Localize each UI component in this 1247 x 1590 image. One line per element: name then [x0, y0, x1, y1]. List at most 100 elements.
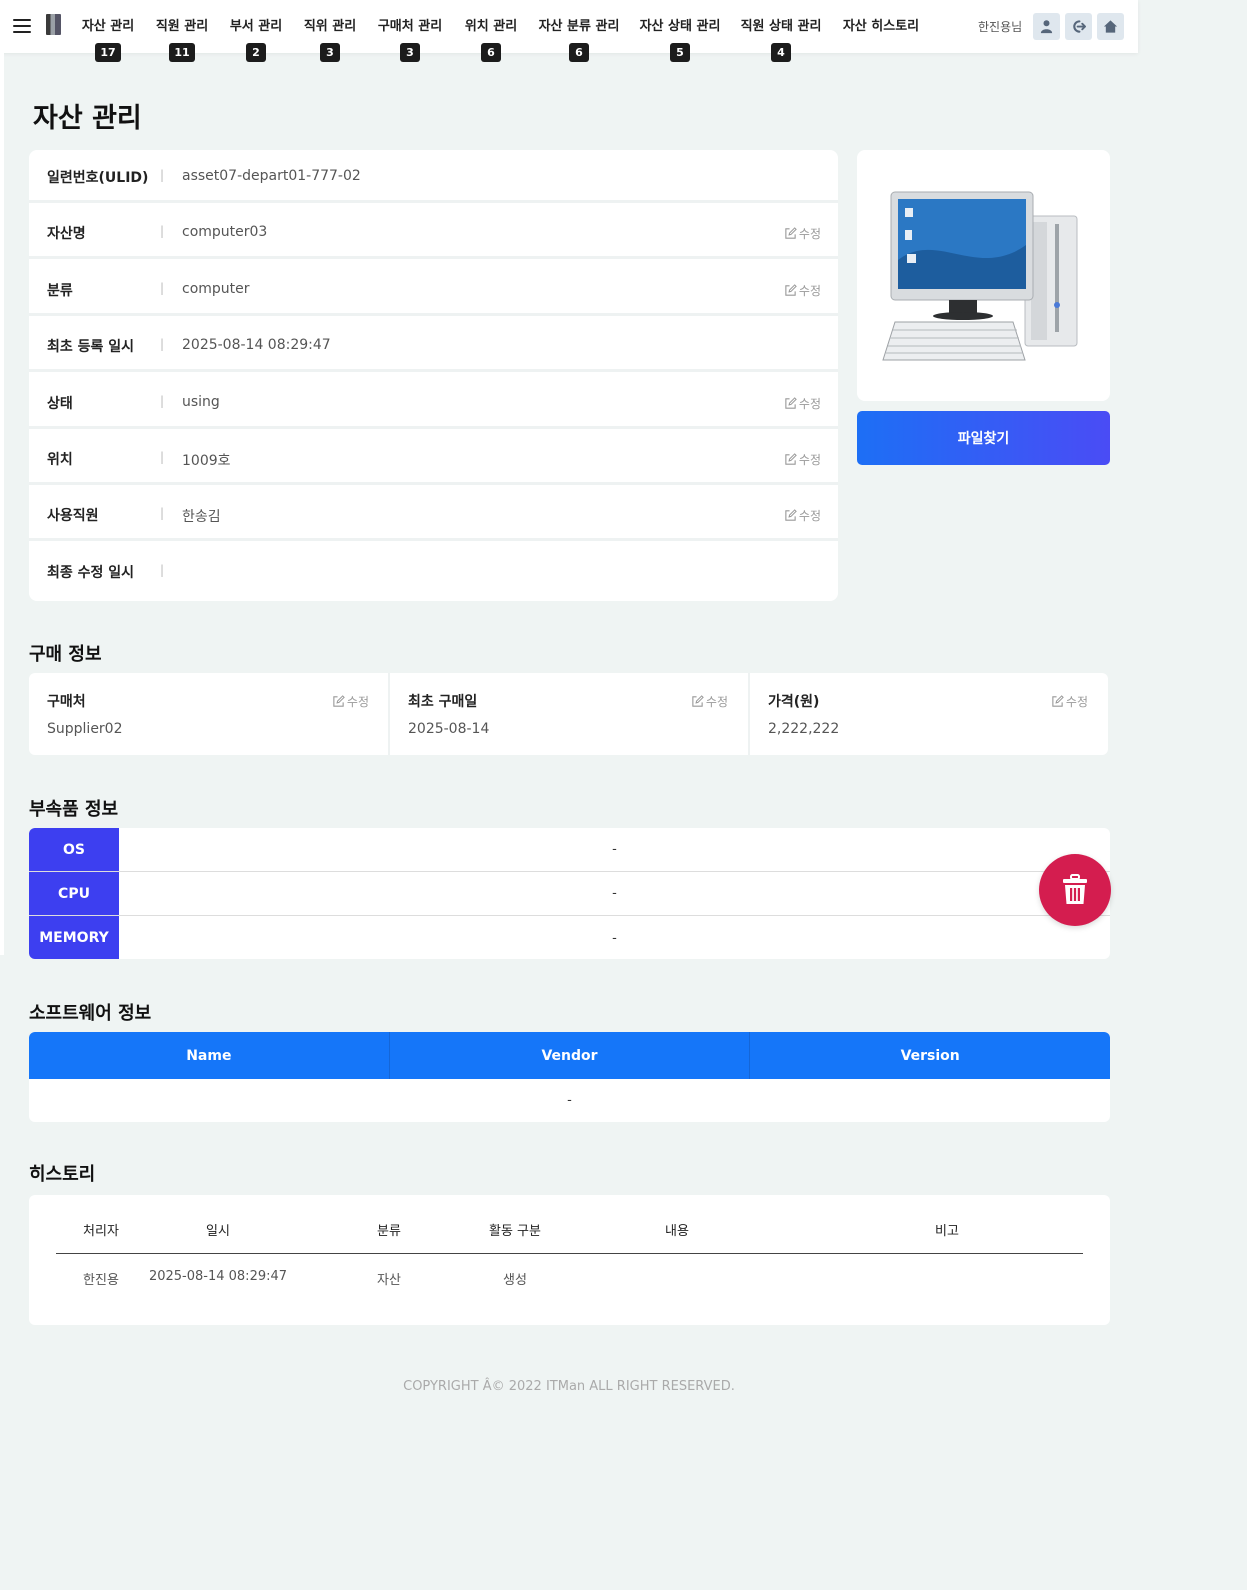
nav-label: 자산 히스토리 — [842, 19, 920, 34]
nav-employee[interactable]: 직원 관리 11 — [154, 15, 210, 62]
purchase-value: 2,222,222 — [768, 721, 840, 737]
user-name: 한진용님 — [978, 20, 1023, 34]
parts-section-title: 부속품 정보 — [29, 799, 119, 820]
detail-row-created: 최초 등록 일시 | 2025-08-14 08:29:47 — [29, 319, 838, 372]
edit-supplier-link[interactable]: 수정 — [332, 693, 369, 710]
edit-icon — [785, 284, 797, 296]
file-select-button[interactable]: 파일찾기 — [857, 411, 1110, 465]
detail-row-ulid: 일련번호(ULID) | asset07-depart01-777-02 — [29, 150, 838, 203]
nav-supplier[interactable]: 구매처 관리 3 — [376, 15, 444, 62]
edit-category-link[interactable]: 수정 — [784, 282, 821, 299]
nav-label: 자산 분류 관리 — [538, 19, 620, 34]
nav-employee-status[interactable]: 직원 상태 관리 4 — [739, 15, 823, 62]
detail-label: 상태 — [47, 396, 73, 412]
edit-name-link[interactable]: 수정 — [784, 225, 821, 242]
detail-separator: | — [160, 224, 165, 238]
nav-badge: 6 — [481, 43, 501, 62]
edit-label: 수정 — [346, 695, 369, 709]
parts-card: OS - CPU - MEMORY - — [29, 828, 1110, 959]
asset-detail-card: 일련번호(ULID) | asset07-depart01-777-02 자산명… — [29, 150, 838, 601]
user-button[interactable] — [1033, 13, 1060, 40]
part-value: - — [612, 930, 617, 946]
delete-button[interactable] — [1039, 854, 1111, 926]
edit-label: 수정 — [705, 695, 728, 709]
edit-price-link[interactable]: 수정 — [1051, 693, 1088, 710]
nav-badge: 11 — [169, 43, 195, 62]
edit-icon — [785, 397, 797, 409]
purchase-label: 구매처 — [47, 694, 86, 710]
edit-location-link[interactable]: 수정 — [784, 451, 821, 468]
purchase-card: 구매처 Supplier02 수정 최초 구매일 2025-08-14 수정 가… — [29, 673, 1108, 755]
nav-department[interactable]: 부서 관리 2 — [228, 15, 284, 62]
nav-badge: 5 — [670, 43, 690, 62]
detail-label: 최종 수정 일시 — [47, 565, 135, 581]
user-icon — [1040, 20, 1053, 34]
nav-label: 직원 상태 관리 — [740, 19, 822, 34]
software-section-title: 소프트웨어 정보 — [29, 1003, 152, 1024]
nav-label: 직위 관리 — [303, 19, 357, 34]
nav-asset-category[interactable]: 자산 분류 관리 6 — [537, 15, 621, 62]
nav-badge: 3 — [320, 43, 340, 62]
detail-value: 2025-08-14 08:29:47 — [182, 337, 331, 353]
history-cell: 2025-08-14 08:29:47 — [148, 1269, 288, 1284]
logout-button[interactable] — [1065, 13, 1092, 40]
nav-label: 자산 상태 관리 — [639, 19, 721, 34]
edit-icon — [333, 695, 345, 707]
detail-row-employee: 사용직원 | 한송김 수정 — [29, 488, 838, 541]
hamburger-menu-icon[interactable] — [13, 19, 31, 33]
column-header: 내용 — [665, 1224, 689, 1239]
nav-asset-history[interactable]: 자산 히스토리 — [842, 15, 920, 34]
column-header: 일시 — [206, 1224, 230, 1239]
nav-badge: 4 — [771, 43, 791, 62]
nav-label: 자산 관리 — [81, 19, 135, 34]
sidebar-edge — [0, 53, 4, 955]
edit-label: 수정 — [798, 284, 821, 298]
edit-icon — [785, 509, 797, 521]
nav-location[interactable]: 위치 관리 6 — [463, 15, 519, 62]
edit-status-link[interactable]: 수정 — [784, 395, 821, 412]
nav-label: 구매처 관리 — [377, 19, 443, 34]
edit-icon — [785, 227, 797, 239]
detail-label: 분류 — [47, 283, 73, 299]
detail-value: using — [182, 394, 220, 410]
software-empty-row: - — [567, 1093, 572, 1108]
history-cell: 한진용 — [83, 1273, 119, 1288]
detail-value: computer03 — [182, 224, 268, 240]
detail-value: 한송김 — [182, 509, 221, 525]
nav-position[interactable]: 직위 관리 3 — [302, 15, 358, 62]
part-value: - — [612, 886, 617, 901]
software-table: Name Vendor Version - — [29, 1032, 1110, 1122]
detail-row-category: 분류 | computer 수정 — [29, 263, 838, 316]
column-header: 활동 구분 — [489, 1224, 541, 1239]
home-button[interactable] — [1097, 13, 1124, 40]
page-title: 자산 관리 — [33, 103, 142, 134]
history-table: 처리자 일시 분류 활동 구분 내용 비고 한진용 2025-08-14 08:… — [29, 1195, 1110, 1325]
detail-row-status: 상태 | using 수정 — [29, 376, 838, 429]
logo[interactable] — [46, 14, 61, 35]
column-header: 분류 — [377, 1224, 401, 1239]
detail-label: 최초 등록 일시 — [47, 339, 135, 355]
footer-copyright: COPYRIGHT Â© 2022 ITMan ALL RIGHT RESERV… — [403, 1379, 735, 1394]
nav-asset-status[interactable]: 자산 상태 관리 5 — [638, 15, 722, 62]
part-label: MEMORY — [29, 916, 119, 959]
nav-badge: 17 — [95, 43, 121, 62]
edit-label: 수정 — [1065, 695, 1088, 709]
nav-asset[interactable]: 자산 관리 17 — [80, 15, 136, 62]
edit-icon — [1052, 695, 1064, 707]
edit-purchase-date-link[interactable]: 수정 — [691, 693, 728, 710]
purchase-section-title: 구매 정보 — [29, 644, 102, 665]
nav-label: 위치 관리 — [464, 19, 518, 34]
detail-value: asset07-depart01-777-02 — [182, 168, 361, 184]
detail-separator: | — [160, 281, 165, 295]
trash-icon — [1063, 874, 1087, 904]
edit-icon — [785, 453, 797, 465]
purchase-value: 2025-08-14 — [408, 721, 490, 737]
edit-employee-link[interactable]: 수정 — [784, 507, 821, 524]
edit-label: 수정 — [798, 227, 821, 241]
part-row-cpu: CPU - — [29, 872, 1110, 916]
detail-label: 위치 — [47, 452, 73, 468]
detail-separator: | — [160, 394, 165, 408]
detail-label: 일련번호(ULID) — [47, 170, 149, 186]
top-navigation: 자산 관리 17 직원 관리 11 부서 관리 2 직위 관리 3 구매처 관리… — [0, 0, 1138, 62]
detail-separator: | — [160, 168, 165, 182]
